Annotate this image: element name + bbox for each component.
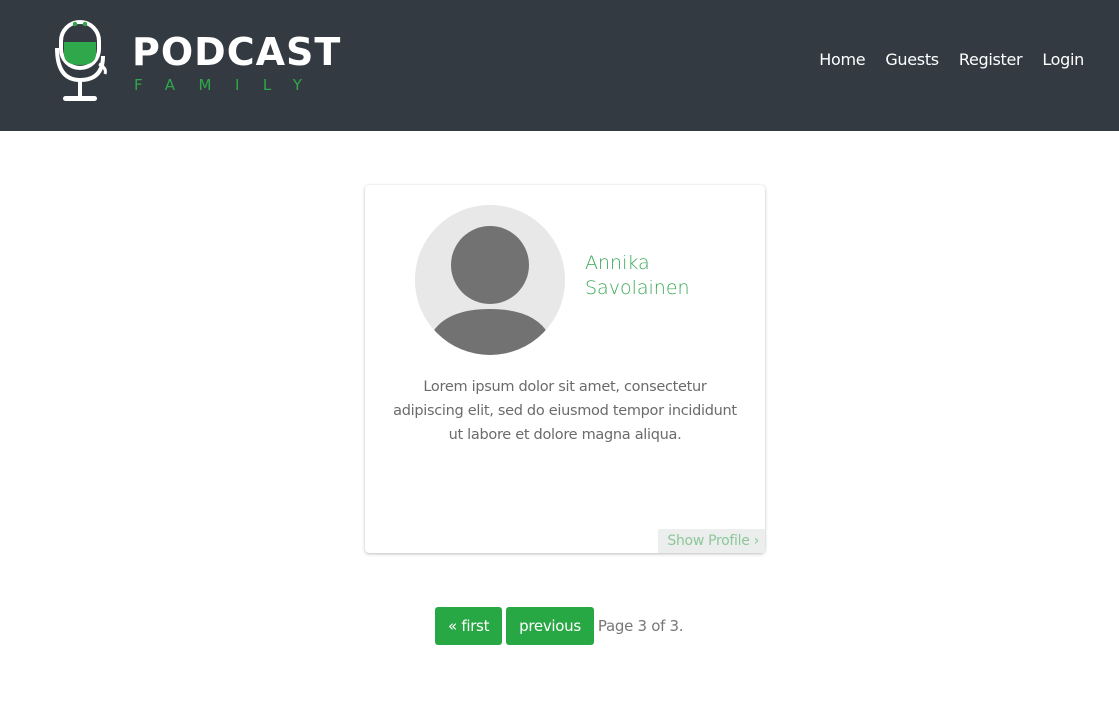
site-logo[interactable]: PODCAST FAMILY [55,14,340,104]
site-header: PODCAST FAMILY Home Guests Register Logi… [0,0,1119,131]
avatar [415,205,565,355]
nav-register-link[interactable]: Register [959,49,1023,73]
guest-card: Annika Savolainen Lorem ipsum dolor sit … [365,185,765,553]
logo-wordmark: PODCAST [132,30,342,74]
pagination: « first previous Page 3 of 3. [435,607,684,645]
logo-subtitle: FAMILY [134,76,326,94]
guest-name: Annika Savolainen [585,252,690,299]
main-nav: Home Guests Register Login [819,49,1084,73]
previous-page-button[interactable]: previous [506,607,594,645]
nav-login-link[interactable]: Login [1042,49,1084,73]
user-avatar-icon [415,205,565,355]
show-profile-link[interactable]: Show Profile › [658,529,765,553]
microphone-logo-icon [55,20,107,101]
page-info: Page 3 of 3. [597,617,684,635]
guest-bio: Lorem ipsum dolor sit amet, consectetur … [393,379,737,443]
nav-home-link[interactable]: Home [819,49,865,73]
nav-guests-link[interactable]: Guests [885,49,939,73]
first-page-button[interactable]: « first [435,607,503,645]
